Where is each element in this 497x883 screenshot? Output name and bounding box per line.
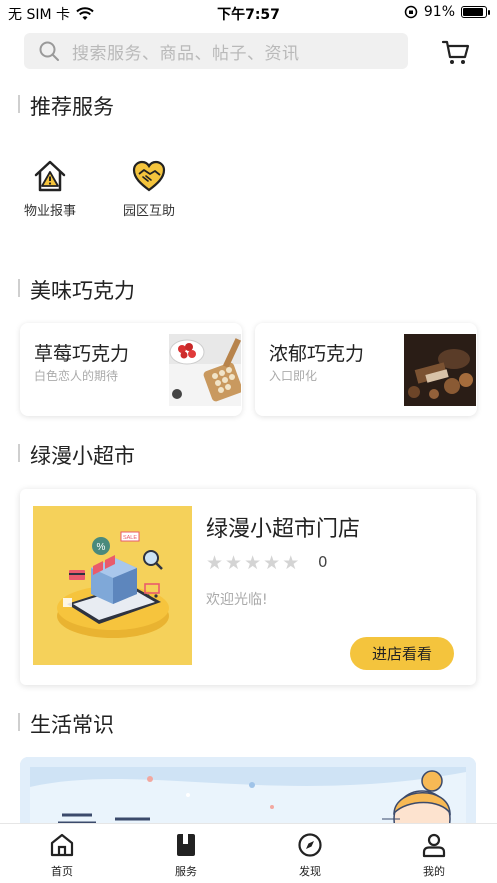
battery-icon [461, 6, 490, 18]
product-subtitle: 入口即化 [269, 369, 318, 383]
product-card-rich-chocolate[interactable]: 浓郁巧克力 入口即化 [255, 323, 477, 416]
product-card-strawberry-chocolate[interactable]: 草莓巧克力 白色恋人的期待 [20, 323, 242, 416]
battery-percent: 91% [423, 4, 455, 20]
product-name: 草莓巧克力 [34, 343, 130, 365]
service-label: 园区互助 [122, 204, 175, 219]
svg-text:%: % [97, 542, 106, 553]
product-name: 浓郁巧克力 [269, 343, 365, 365]
status-bar: 无 SIM 卡 下午7:57 91% [0, 0, 497, 26]
tab-label: 我的 [423, 865, 445, 878]
section-title-store: 绿漫小超市 [18, 440, 135, 470]
heart-handshake-icon [132, 160, 166, 192]
search-input[interactable]: 搜索服务、商品、帖子、资讯 [24, 33, 408, 69]
service-mutual-aid[interactable]: 园区互助 [113, 158, 185, 219]
bottom-tab-bar: 首页 服务 发现 我的 [0, 823, 497, 883]
tab-label: 服务 [175, 865, 197, 878]
enter-store-button[interactable]: 进店看看 [350, 637, 454, 670]
store-welcome-text: 欢迎光临! [206, 592, 268, 608]
tab-label: 发现 [299, 865, 321, 878]
home-icon [50, 833, 74, 857]
life-tips-banner-image [20, 757, 476, 827]
tab-home[interactable]: 首页 [32, 832, 92, 879]
store-name: 绿漫小超市门店 [206, 517, 361, 542]
book-icon [177, 834, 195, 856]
star-icon: ★ [282, 552, 300, 574]
svg-text:SALE: SALE [123, 535, 137, 541]
rating-value: 0 [318, 553, 328, 571]
star-icon: ★ [263, 552, 281, 574]
tab-label: 首页 [51, 865, 73, 878]
tab-mine[interactable]: 我的 [404, 832, 464, 879]
cart-icon[interactable] [440, 36, 472, 68]
strawberry-chocolate-image [169, 334, 241, 406]
service-property-report[interactable]: 物业报事 [14, 158, 86, 219]
store-illustration-image: % SALE [33, 506, 192, 665]
star-icon: ★ [244, 552, 262, 574]
product-subtitle: 白色恋人的期待 [34, 369, 119, 383]
tab-discover[interactable]: 发现 [280, 832, 340, 879]
user-icon [422, 833, 446, 858]
compass-icon [298, 833, 322, 857]
section-title-chocolate: 美味巧克力 [18, 275, 135, 305]
section-title-life: 生活常识 [18, 709, 114, 739]
search-placeholder: 搜索服务、商品、帖子、资讯 [72, 43, 300, 64]
store-card[interactable]: % SALE 绿漫小超市门店 ★ ★ ★ ★ ★ 0 欢迎光临! 进店看看 [20, 489, 476, 685]
life-tips-banner[interactable] [20, 757, 476, 827]
search-icon [39, 41, 59, 61]
battery-level [463, 8, 484, 16]
section-title-recommended: 推荐服务 [18, 91, 114, 121]
tab-services[interactable]: 服务 [156, 832, 216, 879]
star-icon: ★ [225, 552, 243, 574]
house-alert-icon [34, 160, 66, 192]
rating-stars: ★ ★ ★ ★ ★ [206, 553, 299, 573]
service-label: 物业报事 [23, 204, 76, 219]
star-icon: ★ [206, 552, 224, 574]
rich-chocolate-image [404, 334, 476, 406]
orientation-lock-icon [404, 5, 418, 19]
